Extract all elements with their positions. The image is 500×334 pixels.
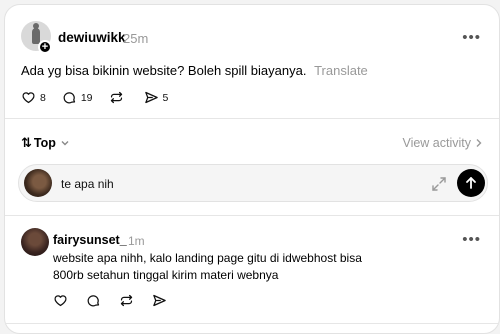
comment-text: website apa nihh, kalo landing page gitu… [53,250,413,284]
comment-button[interactable] [86,293,101,308]
post-actions: 8 19 5 [21,90,184,105]
comment-username[interactable]: fairysunset_ [53,233,127,247]
post-body: Ada yg bisa bikinin website? Boleh spill… [21,63,307,78]
share-button[interactable]: 5 [144,90,169,105]
sort-dropdown[interactable]: ⇅ Top [21,135,70,151]
comment-button[interactable]: 19 [62,90,93,105]
repost-icon [120,294,133,307]
heart-icon [22,92,35,104]
share-button[interactable] [152,293,167,308]
comment-icon [87,295,100,307]
more-icon[interactable]: ••• [462,231,481,248]
translate-link[interactable]: Translate [314,63,368,78]
like-button[interactable]: 8 [21,90,46,105]
avatar [24,169,52,197]
reply-input[interactable]: te apa nih [18,164,488,202]
divider [5,215,499,216]
view-activity-link[interactable]: View activity [402,136,483,150]
post-time: 25m [123,31,149,46]
thread-card: + dewiuwikk 25m ••• Ada yg bisa bikinin … [4,4,500,334]
main-post: + dewiuwikk 25m ••• Ada yg bisa bikinin … [5,5,499,118]
expand-icon[interactable] [431,176,447,192]
comment-line: website apa nihh, kalo landing page gitu… [53,251,362,265]
comment-actions [53,293,185,308]
comment-line: 800rb setahun tinggal kirim materi webny… [53,268,279,282]
sort-label: Top [33,136,56,150]
repost-button[interactable] [119,293,134,308]
repost-icon [110,91,122,104]
more-icon[interactable]: ••• [462,29,481,46]
follow-plus-icon[interactable]: + [38,40,52,54]
view-activity-label: View activity [402,136,471,150]
sort-icon: ⇅ [21,135,32,150]
share-icon [153,294,166,307]
comment-time: 1m [128,234,145,248]
send-button[interactable] [457,169,485,197]
reply-text[interactable]: te apa nih [61,177,114,191]
chevron-down-icon [61,141,69,146]
like-count: 8 [40,91,46,104]
heart-icon [54,295,67,307]
comment-count: 19 [80,91,93,104]
chevron-right-icon [476,139,482,147]
arrow-up-icon [466,177,476,189]
share-icon [144,91,158,104]
comment-icon [63,92,75,104]
avatar[interactable] [21,228,49,256]
divider [5,323,499,324]
share-count: 5 [162,91,169,104]
post-username[interactable]: dewiuwikk [58,30,126,45]
repost-button[interactable] [109,90,128,105]
divider [5,118,499,119]
like-button[interactable] [53,293,68,308]
post-text: Ada yg bisa bikinin website? Boleh spill… [21,63,368,78]
